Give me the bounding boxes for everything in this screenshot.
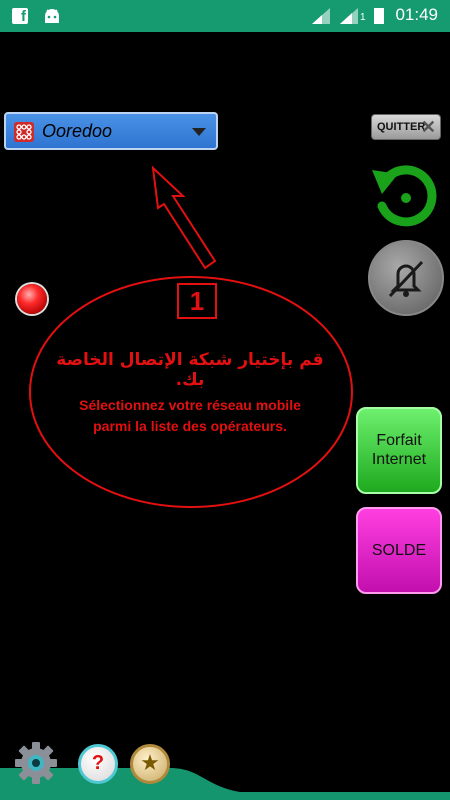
favorite-button[interactable]: ★ bbox=[130, 744, 170, 784]
bottom-wave bbox=[0, 768, 450, 800]
guide-arrow bbox=[151, 165, 217, 270]
solde-label: SOLDE bbox=[371, 542, 427, 559]
guide-text-french: Sélectionnez votre réseau mobile parmi l… bbox=[42, 395, 338, 437]
help-icon: ? bbox=[91, 752, 105, 774]
gear-icon[interactable] bbox=[14, 741, 58, 785]
step-number: 1 bbox=[177, 283, 217, 319]
guide-text-arabic: قم بإختيار شبكة الإتصال الخاصة بك. bbox=[56, 350, 324, 390]
solde-button[interactable]: SOLDE bbox=[356, 507, 442, 594]
forfait-label-line1: Forfait bbox=[376, 432, 422, 449]
forfait-label-line2: Internet bbox=[371, 451, 427, 468]
guide-text-french-line1: Sélectionnez votre réseau mobile bbox=[79, 397, 301, 413]
help-button[interactable]: ? bbox=[78, 744, 118, 784]
star-icon: ★ bbox=[140, 751, 160, 776]
guide-text-french-line2: parmi la liste des opérateurs. bbox=[93, 418, 287, 434]
forfait-internet-button[interactable]: Forfait Internet bbox=[356, 407, 442, 494]
